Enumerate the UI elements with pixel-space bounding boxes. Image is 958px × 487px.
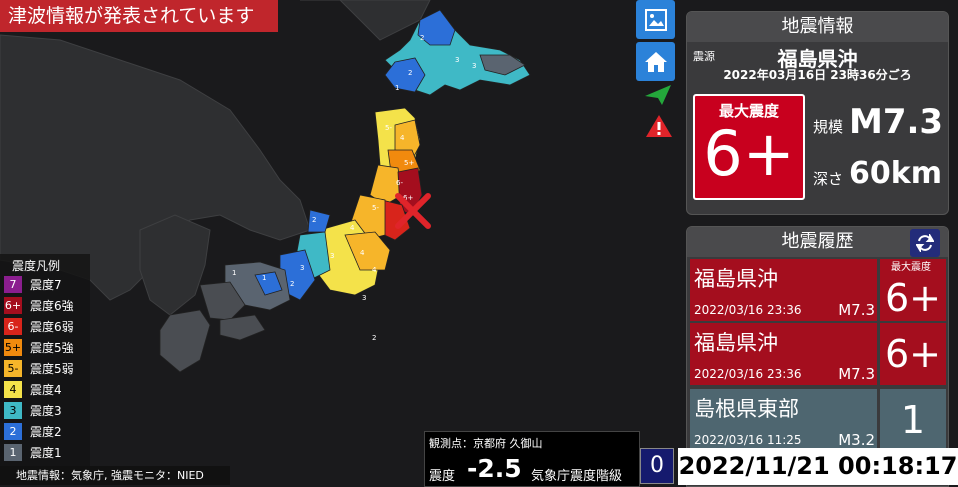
svg-text:1: 1: [395, 84, 399, 92]
legend-item: 2 震度2: [0, 421, 90, 442]
legend-label: 震度4: [30, 383, 62, 397]
svg-text:2: 2: [408, 69, 412, 77]
depth-label: 深さ: [813, 170, 844, 188]
home-icon: [644, 51, 667, 72]
history-item-name: 福島県沖: [694, 267, 778, 291]
tsunami-alert-banner[interactable]: 津波情報が発表されています: [0, 0, 278, 32]
data-credit: 地震情報：気象庁, 強震モニタ：NIED: [0, 466, 230, 485]
legend-swatch: 1: [4, 444, 22, 461]
history-item-magnitude: M3.2: [838, 431, 875, 449]
legend-swatch: 4: [4, 381, 22, 398]
legend-label: 震度2: [30, 425, 62, 439]
history-item-name: 福島県沖: [694, 331, 778, 355]
legend-item: 7 震度7: [0, 274, 90, 295]
max-intensity-box: 最大震度 6+: [693, 94, 805, 200]
svg-text:4: 4: [350, 224, 355, 232]
legend-swatch: 3: [4, 402, 22, 419]
legend-label: 震度1: [30, 446, 62, 460]
observation-point: 観測点：京都府 久御山: [429, 437, 543, 450]
svg-text:4: 4: [360, 249, 365, 257]
legend-swatch: 6+: [4, 297, 22, 314]
svg-text:3: 3: [362, 294, 366, 302]
current-time-clock: 2022/11/21 00:18:17: [678, 448, 958, 485]
magnitude-value: M7.3: [849, 102, 944, 142]
legend-swatch: 7: [4, 276, 22, 293]
svg-text:1: 1: [232, 269, 236, 277]
legend-title: 震度凡例: [12, 259, 61, 273]
epicenter-name: 福島県沖: [777, 47, 858, 71]
legend-label: 震度6弱: [30, 320, 74, 334]
svg-text:5-: 5-: [385, 124, 392, 132]
history-item-time: 2022/03/16 23:36: [694, 303, 802, 317]
svg-text:5+: 5+: [404, 159, 414, 167]
observation-intensity-label: 震度: [429, 469, 456, 484]
svg-text:3: 3: [300, 264, 304, 272]
panel-title: 地震情報: [687, 12, 948, 42]
jma-scale-badge: 0: [640, 448, 674, 484]
depth-value: 60km: [849, 156, 942, 191]
legend-item: 5- 震度5弱: [0, 358, 90, 379]
history-max-intensity-header: 最大震度: [891, 262, 931, 273]
svg-text:1: 1: [262, 274, 266, 282]
legend-label: 震度6強: [30, 299, 74, 313]
refresh-icon: [916, 234, 934, 252]
photo-button[interactable]: [636, 0, 675, 39]
legend-swatch: 5+: [4, 339, 22, 356]
legend-item: 6+ 震度6強: [0, 295, 90, 316]
legend-label: 震度7: [30, 278, 62, 292]
history-item-name: 島根県東部: [694, 397, 799, 421]
history-item-intensity: 1: [880, 389, 946, 451]
svg-text:4: 4: [372, 266, 377, 274]
legend-item: 3 震度3: [0, 400, 90, 421]
history-item[interactable]: 島根県東部 2022/03/16 11:25 M3.2 1: [690, 389, 946, 453]
legend-item: 6- 震度6弱: [0, 316, 90, 337]
legend-swatch: 2: [4, 423, 22, 440]
observation-intensity-value: -2.5: [467, 454, 522, 483]
observation-scale-label: 気象庁震度階級: [531, 469, 623, 484]
svg-text:2: 2: [372, 334, 376, 342]
svg-text:5-: 5-: [372, 204, 379, 212]
svg-text:6-: 6-: [396, 179, 403, 187]
history-item[interactable]: 福島県沖 2022/03/16 23:36 M7.3 6+: [690, 323, 946, 387]
image-icon: [644, 8, 667, 31]
earthquake-info-panel: 地震情報 震源 福島県沖 2022年03月16日 23時36分ごろ 最大震度 6…: [686, 11, 949, 215]
history-item-time: 2022/03/16 11:25: [694, 433, 802, 447]
svg-text:3: 3: [330, 252, 334, 260]
magnitude-label: 規模: [813, 118, 844, 136]
legend-swatch: 5-: [4, 360, 22, 377]
refresh-button[interactable]: [910, 229, 940, 257]
paper-plane-icon[interactable]: [644, 84, 672, 106]
legend-label: 震度5強: [30, 341, 74, 355]
history-item-time: 2022/03/16 23:36: [694, 367, 802, 381]
max-intensity-value: 6+: [703, 117, 795, 190]
history-item-magnitude: M7.3: [838, 365, 875, 383]
svg-text:3: 3: [455, 56, 459, 64]
legend-label: 震度3: [30, 404, 62, 418]
observation-panel: 観測点：京都府 久御山 震度 -2.5 気象庁震度階級: [424, 431, 640, 487]
svg-text:2: 2: [420, 34, 424, 42]
intensity-legend: 震度凡例 7 震度7 6+ 震度6強 6- 震度6弱 5+ 震度5強 5- 震度5弱 4震…: [0, 254, 90, 468]
legend-item: 4 震度4: [0, 379, 90, 400]
svg-text:4: 4: [400, 134, 405, 142]
svg-text:2: 2: [312, 216, 316, 224]
svg-text:3: 3: [472, 62, 476, 70]
legend-label: 震度5弱: [30, 362, 74, 376]
history-title: 地震履歴: [781, 231, 854, 252]
home-button[interactable]: [636, 42, 675, 81]
history-item-magnitude: M7.3: [838, 301, 875, 319]
legend-item: 1 震度1: [0, 442, 90, 463]
warning-icon[interactable]: [645, 114, 673, 138]
history-item-intensity: 6+: [880, 323, 946, 385]
legend-item: 5+ 震度5強: [0, 337, 90, 358]
svg-text:2: 2: [290, 280, 294, 288]
legend-swatch: 6-: [4, 318, 22, 335]
